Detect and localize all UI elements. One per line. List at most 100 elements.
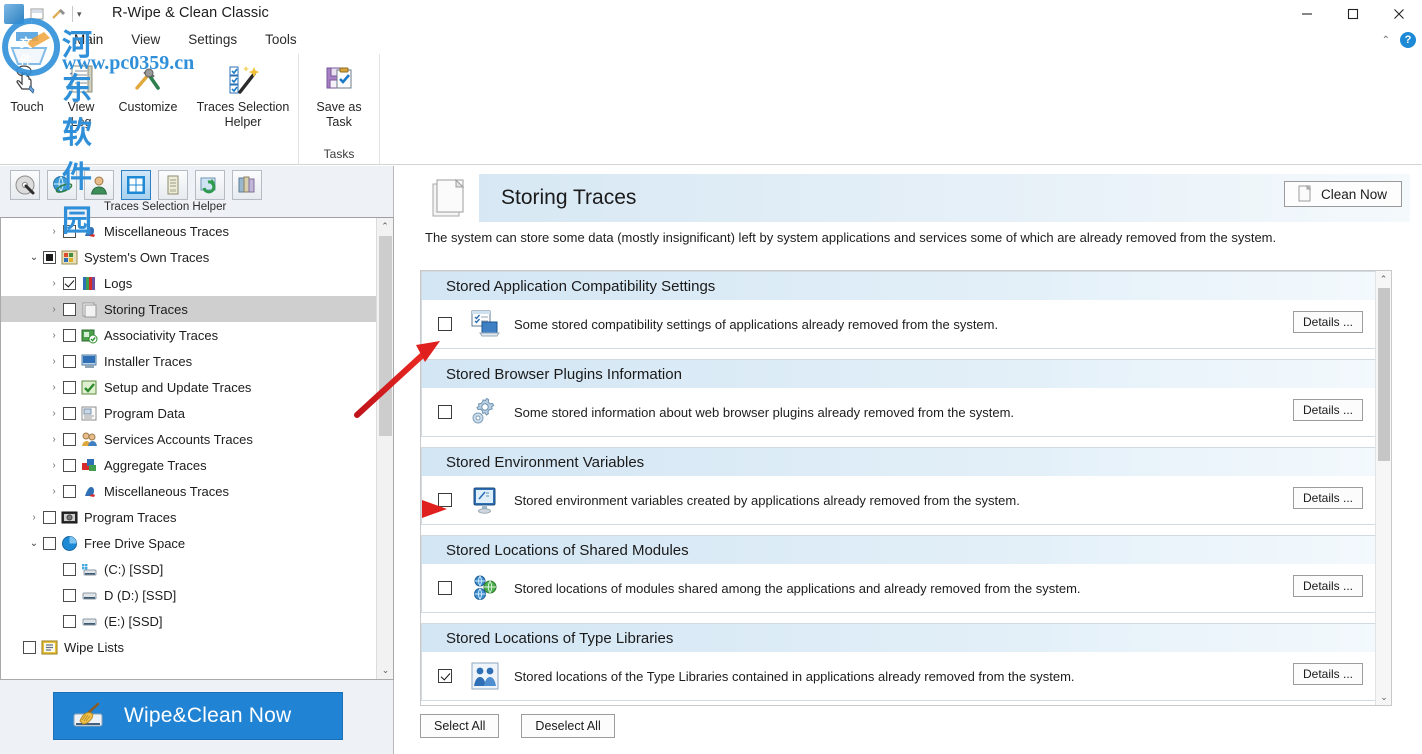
toolbar-disk-wipe-button[interactable]: [10, 170, 40, 200]
maximize-button[interactable]: [1330, 0, 1376, 28]
tree-item[interactable]: D (D:) [SSD]: [1, 582, 377, 608]
tree-item[interactable]: Wipe Lists: [1, 634, 377, 660]
tree-item-checkbox[interactable]: [43, 536, 56, 550]
chevron-right-icon[interactable]: ›: [45, 382, 63, 393]
ribbon-touch-button[interactable]: Touch: [0, 54, 54, 164]
toolbar-internet-button[interactable]: [47, 170, 77, 200]
toolbar-tooltip: Traces Selection Helper: [104, 201, 227, 213]
tree-scroll-thumb[interactable]: [379, 236, 392, 436]
tree-item-checkbox[interactable]: [63, 484, 76, 498]
tree-item-checkbox[interactable]: [63, 354, 76, 368]
tab-main[interactable]: Main: [60, 28, 117, 52]
chevron-right-icon[interactable]: ›: [45, 486, 63, 497]
bottom-left-bar: Wipe&Clean Now: [0, 680, 394, 754]
chevron-right-icon[interactable]: ›: [45, 330, 63, 341]
wipe-and-clean-now-button[interactable]: Wipe&Clean Now: [53, 692, 343, 740]
tree-item-checkbox[interactable]: [43, 250, 56, 264]
chevron-up-icon[interactable]: ⌃: [1382, 35, 1390, 46]
chevron-right-icon[interactable]: ›: [45, 226, 63, 237]
tree-item[interactable]: ⌄ System's Own Traces: [1, 244, 377, 270]
tree-item-checkbox[interactable]: [63, 588, 76, 602]
chevron-right-icon[interactable]: ›: [45, 278, 63, 289]
tree-item[interactable]: › Logs: [1, 270, 377, 296]
details-button[interactable]: Details ...: [1292, 487, 1363, 509]
chevron-right-icon[interactable]: ›: [45, 356, 63, 367]
minimize-button[interactable]: [1284, 0, 1330, 28]
tree-scrollbar[interactable]: ⌃ ⌄: [376, 218, 393, 679]
qat-dropdown-icon[interactable]: ▾: [77, 5, 82, 23]
tree-item[interactable]: › Program Data: [1, 400, 377, 426]
toolbar-archive-button[interactable]: [232, 170, 262, 200]
trace-item-checkbox[interactable]: [438, 317, 452, 331]
help-icon[interactable]: ?: [1400, 32, 1416, 48]
panel-scroll-up-icon[interactable]: ⌃: [1376, 271, 1391, 287]
tab-tools[interactable]: Tools: [251, 28, 311, 52]
tree-item-checkbox[interactable]: [63, 562, 76, 576]
quick-tools-icon[interactable]: [50, 5, 68, 23]
tree-item[interactable]: › Program Traces: [1, 504, 377, 530]
chevron-down-icon[interactable]: ⌄: [25, 252, 43, 263]
tree-item-checkbox[interactable]: [63, 380, 76, 394]
chevron-right-icon[interactable]: ›: [45, 304, 63, 315]
ribbon-traces-selection-helper-button[interactable]: Traces Selection Helper: [188, 54, 298, 164]
select-all-button[interactable]: Select All: [420, 714, 500, 738]
traces-tree[interactable]: › Miscellaneous Traces ⌄ System's Own Trace…: [1, 218, 377, 679]
toolbar-user-button[interactable]: [84, 170, 114, 200]
tree-item-checkbox[interactable]: [63, 224, 76, 238]
wipe-lists-icon: [41, 639, 58, 656]
tree-item[interactable]: › Storing Traces: [1, 296, 377, 322]
tree-item[interactable]: › Associativity Traces: [1, 322, 377, 348]
tree-item-checkbox[interactable]: [23, 640, 36, 654]
tree-item-checkbox[interactable]: [63, 276, 76, 290]
details-button[interactable]: Details ...: [1292, 399, 1363, 421]
tab-view[interactable]: View: [117, 28, 174, 52]
tree-item[interactable]: › Aggregate Traces: [1, 452, 377, 478]
tree-item-checkbox[interactable]: [63, 432, 76, 446]
tree-item-checkbox[interactable]: [63, 328, 76, 342]
details-button[interactable]: Details ...: [1292, 311, 1363, 333]
tree-item[interactable]: › Miscellaneous Traces: [1, 218, 377, 244]
details-button[interactable]: Details ...: [1292, 663, 1363, 685]
toolbar-update-button[interactable]: [195, 170, 225, 200]
tree-item[interactable]: › Miscellaneous Traces: [1, 478, 377, 504]
quick-wipe-icon[interactable]: [28, 5, 46, 23]
qat-separator: [72, 6, 73, 22]
trace-item-checkbox[interactable]: [438, 405, 452, 419]
toolbar-system-traces-button[interactable]: [121, 170, 151, 200]
trace-item-checkbox[interactable]: [438, 493, 452, 507]
tree-item[interactable]: ⌄ Free Drive Space: [1, 530, 377, 556]
tree-item[interactable]: (C:) [SSD]: [1, 556, 377, 582]
tree-scroll-up-icon[interactable]: ⌃: [377, 218, 393, 235]
tree-item-checkbox[interactable]: [63, 302, 76, 316]
chevron-right-icon[interactable]: ›: [45, 434, 63, 445]
tree-item-checkbox[interactable]: [43, 510, 56, 524]
chevron-right-icon[interactable]: ›: [25, 512, 43, 523]
chevron-right-icon[interactable]: ›: [45, 408, 63, 419]
ribbon-viewlog-button[interactable]: View Log: [54, 54, 108, 164]
trace-item-checkbox[interactable]: [438, 669, 452, 683]
tree-item-checkbox[interactable]: [63, 614, 76, 628]
ribbon-customize-button[interactable]: Customize: [108, 54, 188, 164]
ribbon-sat-line2: Task: [326, 115, 352, 129]
toolbar-server-button[interactable]: [158, 170, 188, 200]
tree-item-checkbox[interactable]: [63, 458, 76, 472]
panel-scrollbar[interactable]: ⌃ ⌄: [1375, 271, 1391, 705]
tree-item[interactable]: › Installer Traces: [1, 348, 377, 374]
chevron-right-icon[interactable]: ›: [45, 460, 63, 471]
tree-scroll-down-icon[interactable]: ⌄: [377, 662, 394, 679]
tree-item[interactable]: › Setup and Update Traces: [1, 374, 377, 400]
tree-item-checkbox[interactable]: [63, 406, 76, 420]
deselect-all-button[interactable]: Deselect All: [521, 714, 615, 738]
ribbon-sat-line1: Save as: [316, 100, 362, 114]
clean-now-button[interactable]: Clean Now: [1284, 181, 1402, 207]
tree-item[interactable]: › Services Accounts Traces: [1, 426, 377, 452]
panel-scroll-down-icon[interactable]: ⌄: [1376, 689, 1391, 705]
details-button[interactable]: Details ...: [1292, 575, 1363, 597]
tab-settings[interactable]: Settings: [174, 28, 251, 52]
tree-item[interactable]: (E:) [SSD]: [1, 608, 377, 634]
close-button[interactable]: [1376, 0, 1422, 28]
panel-scroll-thumb[interactable]: [1378, 288, 1390, 461]
chevron-down-icon[interactable]: ⌄: [25, 538, 43, 549]
trace-section-header: Stored Environment Variables: [422, 447, 1375, 476]
trace-item-checkbox[interactable]: [438, 581, 452, 595]
